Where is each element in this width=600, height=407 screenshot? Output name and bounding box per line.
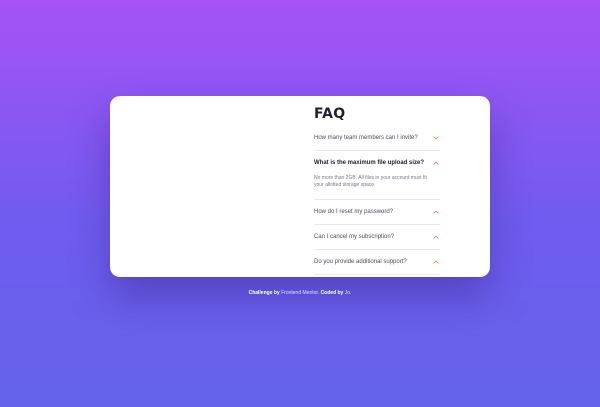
faq-question-button[interactable]: Can I cancel my subscription? (314, 225, 440, 249)
frontend-mentor-link[interactable]: Frontend Mentor (281, 290, 318, 296)
faq-section: FAQ How many team members can I invite? … (314, 106, 440, 275)
faq-item: What is the maximum file upload size? No… (314, 151, 440, 200)
faq-question-text: How do I reset my password? (314, 209, 394, 215)
faq-question-button[interactable]: How do I reset my password? (314, 200, 440, 224)
faq-item: How many team members can I invite? (314, 126, 440, 151)
faq-answer-text: No more than 2GB. All files in your acco… (314, 175, 427, 188)
attribution-separator: . (317, 290, 320, 296)
chevron-up-icon (432, 159, 440, 167)
faq-question-button[interactable]: Do you provide additional support? (314, 250, 440, 274)
faq-question-text: What is the maximum file upload size? (314, 160, 425, 166)
faq-question-button[interactable]: How many team members can I invite? (314, 126, 440, 150)
faq-card: FAQ How many team members can I invite? … (110, 96, 490, 277)
faq-item: Can I cancel my subscription? (314, 225, 440, 250)
chevron-up-icon (432, 258, 440, 266)
chevron-up-icon (432, 208, 440, 216)
faq-item: How do I reset my password? (314, 200, 440, 225)
attribution-challenge-prefix: Challenge by (248, 290, 280, 296)
faq-question-button[interactable]: What is the maximum file upload size? (314, 151, 440, 175)
faq-item: Do you provide additional support? (314, 250, 440, 275)
faq-title: FAQ (314, 106, 346, 122)
faq-question-text: How many team members can I invite? (314, 135, 418, 141)
illustration-area (110, 96, 300, 277)
attribution: Challenge by Frontend Mentor. Coded by J… (0, 290, 600, 296)
faq-question-text: Can I cancel my subscription? (314, 234, 395, 240)
chevron-down-icon (432, 134, 440, 142)
author-link[interactable]: Jo. (345, 290, 352, 296)
chevron-up-icon (432, 233, 440, 241)
attribution-coded-prefix: Coded by (320, 290, 344, 296)
faq-question-text: Do you provide additional support? (314, 259, 407, 265)
